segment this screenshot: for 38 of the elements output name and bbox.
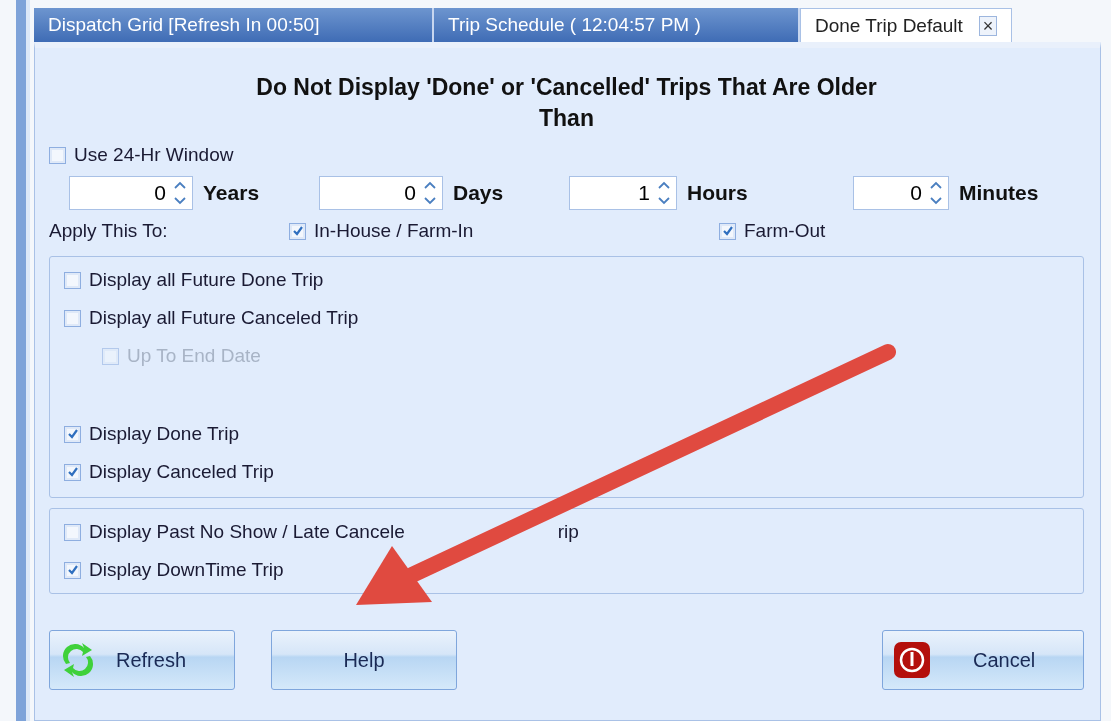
tab[interactable]: Trip Schedule ( 12:04:57 PM ) (434, 8, 800, 42)
heading: Do Not Display 'Done' or 'Cancelled' Trips That Are Older Than (255, 73, 878, 133)
number-field[interactable]: 1 (569, 176, 677, 210)
checkbox-label[interactable]: rip (557, 521, 579, 543)
cancel-button[interactable]: Cancel (882, 630, 1084, 690)
unit-label: Years (203, 181, 260, 205)
number-field[interactable]: 0 (853, 176, 949, 210)
checkbox-label[interactable]: In-House / Farm-In (314, 220, 474, 242)
help-button[interactable]: Help (271, 630, 457, 690)
number-field[interactable]: 0 (319, 176, 443, 210)
refresh-icon (60, 642, 96, 678)
number-field[interactable]: 0 (69, 176, 193, 210)
checkbox[interactable] (64, 271, 81, 289)
unit-label: Minutes (959, 181, 1039, 205)
checkbox-label[interactable]: Display DownTime Trip (89, 559, 284, 581)
checkbox[interactable] (64, 425, 81, 443)
checkbox-label[interactable]: Farm-Out (744, 220, 826, 242)
refresh-button[interactable]: Refresh (49, 630, 235, 690)
checkbox[interactable] (64, 309, 81, 327)
checkbox[interactable] (64, 463, 81, 481)
checkbox[interactable] (64, 561, 81, 579)
unit-label: Days (453, 181, 504, 205)
checkbox[interactable] (719, 222, 736, 240)
checkbox-label[interactable]: Display Done Trip (89, 423, 239, 445)
tab[interactable]: Dispatch Grid [Refresh In 00:50] (34, 8, 434, 42)
tab[interactable]: Done Trip Default × (800, 8, 1013, 42)
checkbox-label[interactable]: Display Past No Show / Late Cancele (89, 521, 405, 543)
checkbox-label[interactable]: Use 24-Hr Window (74, 144, 234, 166)
checkbox[interactable] (289, 222, 306, 240)
checkbox-label[interactable]: Display Canceled Trip (89, 461, 274, 483)
checkbox[interactable] (49, 146, 66, 164)
unit-label: Hours (687, 181, 748, 205)
close-button[interactable]: × (978, 15, 998, 36)
apply-label: Apply This To: (49, 220, 169, 242)
checkbox[interactable] (64, 523, 81, 541)
power-icon (893, 641, 931, 679)
checkbox-label[interactable]: Display all Future Done Trip (89, 269, 324, 291)
checkbox-label[interactable]: Display all Future Canceled Trip (89, 307, 359, 329)
